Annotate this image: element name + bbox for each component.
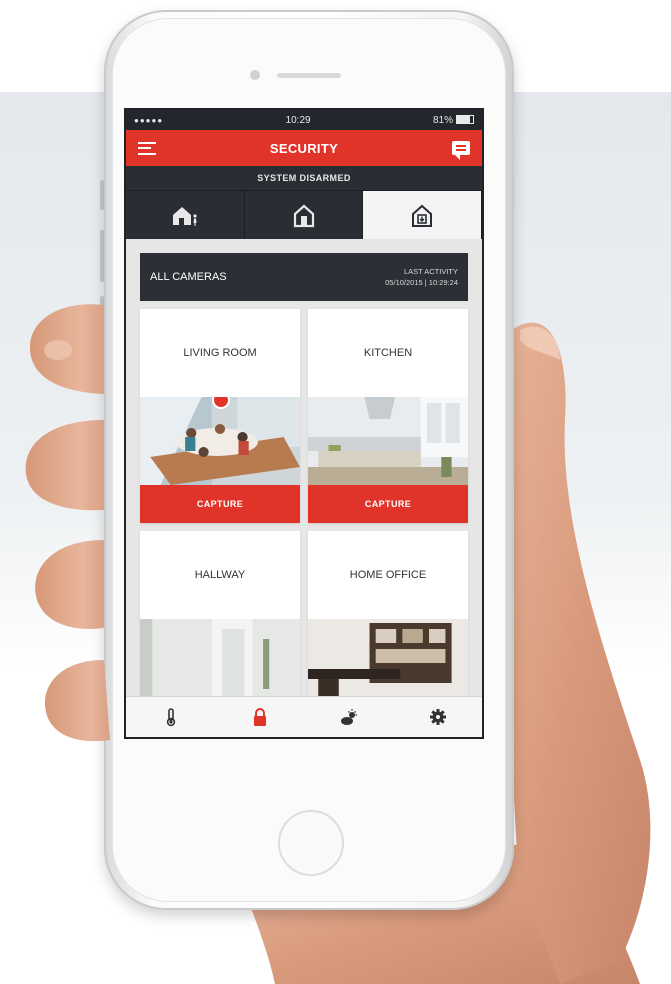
message-icon[interactable]	[451, 141, 470, 160]
battery-percent: 81%	[432, 114, 453, 126]
home-person-icon	[172, 207, 197, 226]
earpiece	[277, 72, 341, 78]
camera-card-living-room[interactable]: LIVING ROOM CAPTURE	[140, 309, 300, 523]
tab-security[interactable]	[215, 697, 304, 737]
living-room-image	[140, 397, 300, 485]
tab-weather[interactable]	[304, 697, 393, 737]
system-status: SYSTEM DISARMED	[126, 166, 482, 190]
camera-name: HOME OFFICE	[349, 569, 427, 581]
camera-feed-living-room[interactable]	[140, 397, 300, 485]
home-office-image	[308, 619, 468, 699]
camera-feed-hallway[interactable]	[140, 619, 300, 699]
last-activity-time: 05/10/2015 | 10:29:24	[385, 278, 458, 287]
disarm-mode-button[interactable]	[363, 191, 482, 239]
settings-icon	[429, 709, 446, 725]
camera-grid: LIVING ROOM CAPTURE KITCHEN CAPTURE HALL…	[140, 309, 468, 699]
tab-thermostat[interactable]	[126, 697, 215, 737]
away-mode-button[interactable]	[244, 191, 364, 239]
all-cameras-label: ALL CAMERAS	[150, 271, 227, 283]
thermostat-icon	[166, 708, 175, 727]
camera-content: ALL CAMERAS LAST ACTIVITY 05/10/2015 | 1…	[126, 239, 482, 699]
capture-button[interactable]: CAPTURE	[308, 485, 468, 523]
camera-name: KITCHEN	[363, 347, 413, 359]
camera-name: HALLWAY	[194, 569, 246, 581]
camera-feed-kitchen[interactable]	[308, 397, 468, 485]
last-activity-label: LAST ACTIVITY	[403, 267, 458, 276]
front-camera	[250, 70, 260, 80]
camera-card-hallway[interactable]: HALLWAY	[140, 531, 300, 699]
bottom-tab-bar	[126, 696, 482, 737]
lock-icon	[253, 708, 266, 726]
status-time: 10:29	[285, 114, 311, 126]
camera-name: LIVING ROOM	[183, 347, 257, 359]
capture-button[interactable]: CAPTURE	[140, 485, 300, 523]
mode-selector	[126, 190, 482, 239]
app-header: SECURITY	[126, 130, 482, 166]
home-mode-button[interactable]	[126, 191, 245, 239]
last-activity: LAST ACTIVITY 05/10/2015 | 10:29:24	[385, 266, 458, 288]
battery-icon	[456, 115, 474, 125]
app-screen: ●●●●● 10:29 81% SECURITY SYSTEM DISARMED	[124, 108, 484, 739]
home-button[interactable]	[278, 810, 344, 876]
camera-card-home-office[interactable]: HOME OFFICE	[308, 531, 468, 699]
battery-indicator: 81%	[433, 115, 474, 126]
camera-card-kitchen[interactable]: KITCHEN CAPTURE	[308, 309, 468, 523]
tab-settings[interactable]	[393, 697, 482, 737]
status-bar: ●●●●● 10:29 81%	[126, 110, 482, 130]
hallway-image	[140, 619, 300, 699]
hamburger-menu-icon[interactable]	[138, 141, 156, 155]
weather-icon	[340, 709, 357, 725]
page-title: SECURITY	[269, 140, 339, 156]
camera-feed-home-office[interactable]	[308, 619, 468, 699]
kitchen-image	[308, 397, 468, 485]
all-cameras-bar[interactable]: ALL CAMERAS LAST ACTIVITY 05/10/2015 | 1…	[140, 253, 468, 301]
home-door-icon	[293, 204, 314, 228]
home-disarm-icon	[412, 204, 433, 227]
signal-indicator: ●●●●●	[134, 115, 164, 125]
